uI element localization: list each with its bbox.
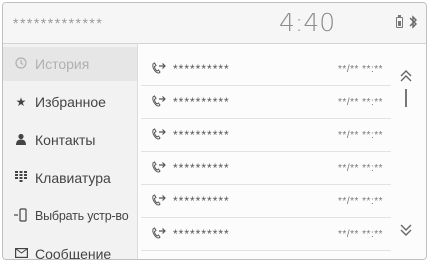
call-time: **/** **:** [338,196,383,207]
call-time: **/** **:** [338,163,383,174]
sidebar-item-label: Избранное [35,94,106,110]
list-item[interactable]: ********** **/** **:** [141,185,391,218]
call-time: **/** **:** [338,97,383,108]
phone-screen: ************* 4:40 История ★ Избранное К… [2,2,427,260]
list-item[interactable]: ********** **/** **:** [141,53,391,86]
device-icon [13,207,29,225]
device-name: ************* [13,15,104,31]
bluetooth-icon [409,15,417,29]
outgoing-call-icon [152,161,166,173]
sidebar-item-message[interactable]: Сообщение [3,237,137,260]
battery-icon [396,15,403,28]
caller-name: ********** [173,95,230,109]
message-icon [13,247,29,259]
keypad-icon [13,171,29,185]
sidebar: История ★ Избранное Контакты Клавиатура [3,44,138,259]
caller-name: ********** [173,227,230,241]
person-icon [13,133,29,148]
sidebar-item-label: Клавиатура [35,170,111,186]
clock-icon [13,56,29,72]
sidebar-item-contacts[interactable]: Контакты [3,123,137,157]
caller-name: ********** [173,194,230,208]
sidebar-item-label: Выбрать устр-во [35,209,129,223]
clock: 4:40 [279,8,336,37]
outgoing-call-icon [152,95,166,107]
call-time: **/** **:** [338,64,383,75]
sidebar-item-favorites[interactable]: ★ Избранное [3,85,137,119]
outgoing-call-icon [152,227,166,239]
list-item[interactable]: ********** **/** **:** [141,86,391,119]
sidebar-item-keypad[interactable]: Клавиатура [3,161,137,195]
call-time: **/** **:** [338,130,383,141]
scroll-up-icon[interactable] [397,69,415,83]
sidebar-item-label: Контакты [35,132,96,148]
star-icon: ★ [15,95,27,109]
sidebar-item-label: Сообщение [35,246,112,260]
sidebar-item-history[interactable]: История [3,47,137,81]
caller-name: ********** [173,62,230,76]
list-item[interactable]: ********** **/** **:** [141,152,391,185]
scroll-down-icon[interactable] [397,223,415,237]
sidebar-item-label: История [35,56,90,72]
scrollbar-thumb[interactable] [405,89,407,107]
outgoing-call-icon [152,194,166,206]
caller-name: ********** [173,161,230,175]
sidebar-item-select-device[interactable]: Выбрать устр-во [3,199,137,233]
list-item[interactable]: ********** **/** **:** [141,119,391,152]
call-time: **/** **:** [338,229,383,240]
outgoing-call-icon [152,62,166,74]
status-header: ************* 4:40 [3,3,426,44]
outgoing-call-icon [152,128,166,140]
list-item[interactable]: ********** **/** **:** [141,218,391,251]
caller-name: ********** [173,128,230,142]
